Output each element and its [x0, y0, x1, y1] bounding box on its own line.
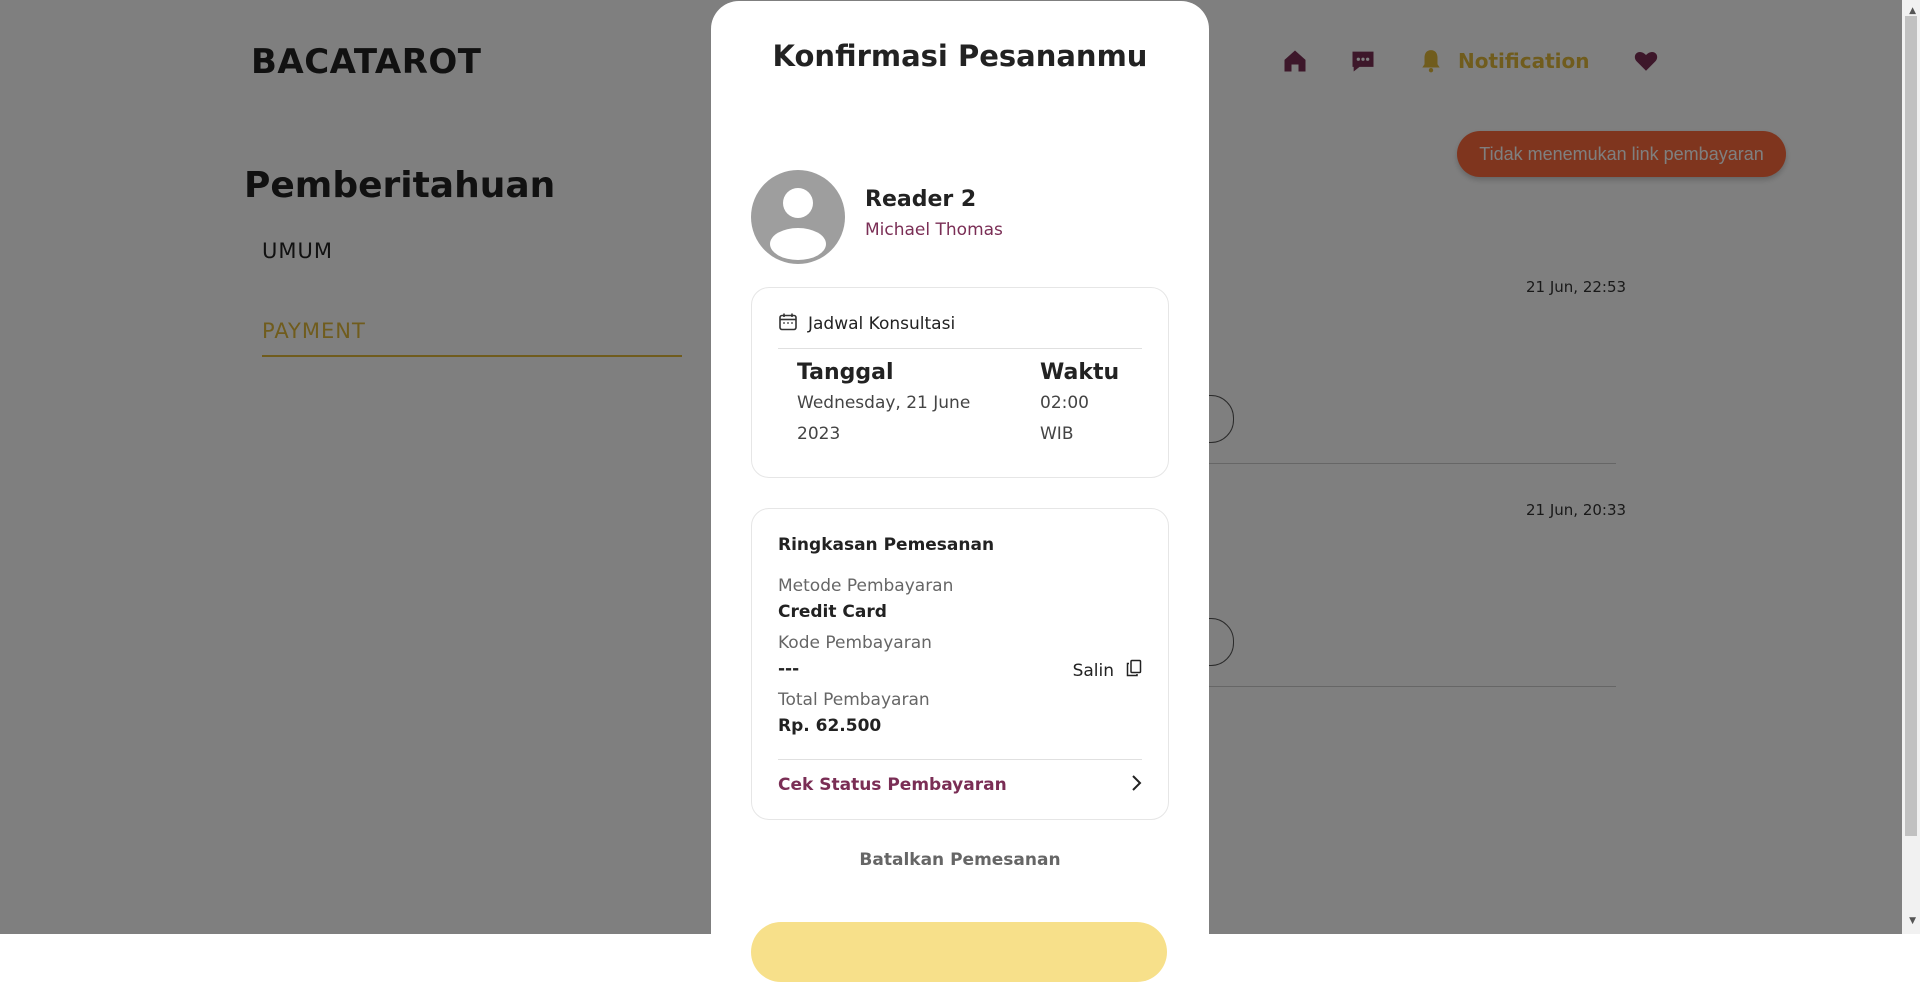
payment-method-value: Credit Card	[778, 602, 887, 622]
total-payment-label: Total Pembayaran	[778, 690, 930, 710]
scrollbar-thumb[interactable]	[1905, 16, 1917, 836]
divider	[778, 759, 1142, 760]
summary-title: Ringkasan Pemesanan	[778, 535, 995, 555]
chevron-right-icon	[1130, 774, 1142, 796]
time-title: Waktu	[1040, 360, 1120, 385]
date-line: 2023	[797, 424, 841, 444]
scroll-down-arrow-icon[interactable]: ▼	[1909, 916, 1916, 926]
time-value: 02:00 WIB	[1040, 388, 1089, 450]
page-scrollbar[interactable]: ▲ ▼	[1902, 0, 1920, 934]
reader-name: Reader 2	[865, 187, 977, 212]
time-line: 02:00	[1040, 393, 1089, 413]
time-line: WIB	[1040, 424, 1074, 444]
user-avatar-icon	[751, 170, 845, 264]
date-value: Wednesday, 21 June 2023	[797, 388, 970, 450]
payment-code-label: Kode Pembayaran	[778, 633, 932, 653]
primary-action-button[interactable]	[751, 922, 1167, 982]
payment-code-value: ---	[778, 659, 800, 679]
schedule-header: Jadwal Konsultasi	[778, 312, 955, 336]
copy-code-button[interactable]: Salin	[1073, 659, 1142, 682]
order-confirmation-modal: Konfirmasi Pesananmu Reader 2 Michael Th…	[711, 1, 1209, 982]
date-title: Tanggal	[797, 360, 894, 385]
check-payment-status-link[interactable]: Cek Status Pembayaran	[778, 774, 1142, 796]
schedule-card: Jadwal Konsultasi Tanggal Wednesday, 21 …	[751, 287, 1169, 478]
calendar-icon	[778, 312, 798, 336]
check-status-label: Cek Status Pembayaran	[778, 775, 1007, 795]
copy-icon	[1126, 659, 1142, 682]
order-summary-card: Ringkasan Pemesanan Metode Pembayaran Cr…	[751, 508, 1169, 820]
modal-title: Konfirmasi Pesananmu	[772, 39, 1148, 73]
schedule-heading: Jadwal Konsultasi	[808, 314, 956, 334]
divider	[778, 348, 1142, 349]
copy-label: Salin	[1072, 660, 1114, 681]
scroll-up-arrow-icon[interactable]: ▲	[1909, 6, 1916, 16]
payment-method-label: Metode Pembayaran	[778, 576, 954, 596]
reader-subtitle: Michael Thomas	[865, 220, 1003, 240]
total-payment-value: Rp. 62.500	[778, 716, 882, 736]
date-line: Wednesday, 21 June	[797, 393, 971, 413]
cancel-order-button[interactable]: Batalkan Pemesanan	[711, 850, 1209, 870]
